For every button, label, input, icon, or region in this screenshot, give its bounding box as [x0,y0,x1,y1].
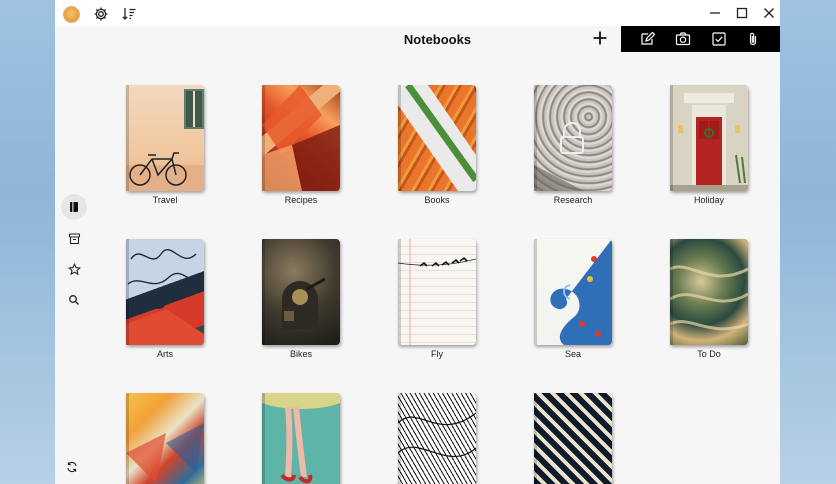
marble-cover-art [670,265,748,331]
bicycle-cover-art [126,89,204,191]
abstract-cover-art [262,85,340,191]
notebook-cover[interactable] [262,393,340,484]
attachment-icon[interactable] [745,31,761,47]
avatar[interactable] [63,6,80,23]
lock-cover-art [534,122,584,191]
edit-note-icon[interactable] [639,31,656,47]
notebook-label: Books [424,195,450,205]
notebook-cover[interactable] [398,239,476,345]
quick-actions-bar [621,26,780,52]
camera-icon[interactable] [675,31,691,47]
notebook-cover[interactable] [126,239,204,345]
notebook-cover[interactable] [534,85,612,191]
star-icon [67,262,81,275]
notebook-cover[interactable] [126,85,204,191]
notebook-cover[interactable] [126,393,204,484]
notebook-label: Recipes [284,195,318,205]
dancer-cover-art [262,393,340,484]
app-window: Notebooks Travel Recipes Books Research … [55,0,780,484]
add-notebook-button[interactable] [592,30,608,46]
scooter-cover-art [282,277,326,329]
minimize-button[interactable] [704,4,726,22]
checkbox-icon[interactable] [711,31,727,47]
notebook-cover[interactable] [670,239,748,345]
zentangle-cover-art [398,412,476,458]
pattern-cover-art [398,85,476,191]
door-cover-art [670,93,748,191]
notebook-label: Arts [156,349,173,359]
notebook-cover[interactable] [534,393,612,484]
notebook-label: Travel [152,195,178,205]
notebook-cover[interactable] [262,85,340,191]
sidebar-item-search[interactable] [61,287,87,313]
gear-icon[interactable] [93,6,109,22]
notebooks-icon [70,202,78,212]
paint-cover-art [126,423,204,483]
search-icon [69,295,79,305]
notebook-label: To Do [697,349,721,359]
title-bar [55,0,780,26]
sort-icon[interactable] [121,6,137,22]
birds-cover-art [398,239,476,345]
notebook-cover[interactable] [262,239,340,345]
sidebar-item-trash[interactable] [61,225,87,251]
maximize-button[interactable] [731,4,753,22]
sync-icon [67,461,77,473]
sidebar-item-notebooks[interactable] [61,194,87,220]
notebook-cover[interactable] [398,393,476,484]
notebook-label: Research [553,195,593,205]
notebook-label: Holiday [693,195,724,205]
notebook-cover[interactable] [670,85,748,191]
swirl-cover-art [126,249,204,345]
notebook-label: Bikes [289,349,312,359]
sidebar-item-favorites[interactable] [61,256,87,282]
notebook-cover[interactable] [534,239,612,345]
notebook-label: Fly [431,349,443,359]
notebook-label: Sea [564,349,581,359]
sync-button[interactable] [59,454,85,480]
close-button[interactable] [758,4,780,22]
notebook-cover[interactable] [398,85,476,191]
wave-cover-art [550,239,612,345]
trash-icon [68,232,80,244]
